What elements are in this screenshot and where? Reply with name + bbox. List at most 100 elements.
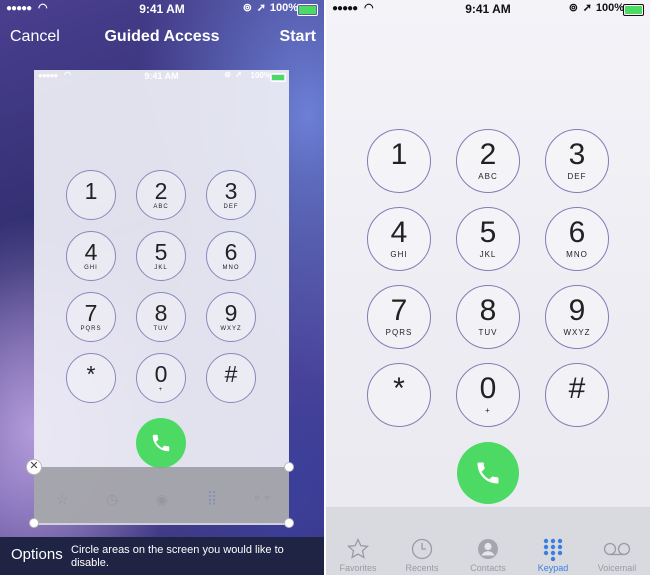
phone-keypad-screen: ●●●●● ◠ 9:41 AM ⊚ ➚ 100% 1 2 ABC 3 DEF 4 GHI 5 J… bbox=[326, 0, 650, 575]
inset-key-3[interactable]: 3 DEF bbox=[206, 170, 256, 220]
key-digit: 7 bbox=[390, 294, 408, 327]
guided-access-screen: ●●●●● ◠ 9:41 AM ⊚ ➚ 100% Cancel Guided A… bbox=[0, 0, 324, 575]
key-digit: # bbox=[568, 372, 586, 405]
location-icon: ➚ bbox=[235, 70, 242, 79]
tab-recents[interactable]: Recents bbox=[398, 537, 446, 573]
inset-key-star[interactable]: * bbox=[66, 353, 116, 403]
key-digit: * bbox=[86, 361, 96, 387]
key-letters: DEF bbox=[567, 172, 587, 181]
key-letters: + bbox=[485, 406, 491, 415]
key-letters: JKL bbox=[479, 250, 497, 259]
status-bar: ●●●●● ◠ 9:41 AM ⊚ ➚ 100% bbox=[326, 0, 650, 18]
instruction-text: Circle areas on the screen you would lik… bbox=[71, 544, 284, 569]
inset-key-6[interactable]: 6 MNO bbox=[206, 231, 256, 281]
inset-key-hash[interactable]: # bbox=[206, 353, 256, 403]
inset-key-5[interactable]: 5 JKL bbox=[136, 231, 186, 281]
start-button[interactable]: Start bbox=[280, 28, 316, 46]
key-letters: TUV bbox=[478, 328, 498, 337]
inset-key-4[interactable]: 4 GHI bbox=[66, 231, 116, 281]
inset-key-2[interactable]: 2 ABC bbox=[136, 170, 186, 220]
key-7[interactable]: 7 PQRS bbox=[367, 285, 431, 349]
key-digit: 1 bbox=[390, 138, 408, 171]
key-digit: 9 bbox=[568, 294, 586, 327]
battery-icon bbox=[623, 4, 644, 16]
resize-handle[interactable] bbox=[284, 462, 294, 472]
key-digit: 1 bbox=[84, 178, 98, 204]
key-digit: 6 bbox=[568, 216, 586, 249]
key-8[interactable]: 8 TUV bbox=[456, 285, 520, 349]
inset-key-9[interactable]: 9 WXYZ bbox=[206, 292, 256, 342]
tab-label: Favorites bbox=[339, 563, 377, 573]
key-letters: ABC bbox=[478, 172, 498, 181]
key-digit: 3 bbox=[568, 138, 586, 171]
location-icon: ➚ bbox=[256, 2, 266, 14]
tab-voicemail[interactable]: Voicemail bbox=[592, 537, 642, 573]
key-digit: 0 bbox=[154, 361, 168, 387]
key-letters: JKL bbox=[154, 265, 168, 271]
key-2[interactable]: 2 ABC bbox=[456, 129, 520, 193]
tab-label: Keypad bbox=[537, 563, 569, 573]
inset-key-0[interactable]: 0 + bbox=[136, 353, 186, 403]
phone-icon bbox=[152, 434, 170, 452]
rotation-lock-icon: ⊚ bbox=[242, 2, 252, 14]
tab-keypad[interactable]: Keypad bbox=[528, 537, 578, 573]
battery-percent: 100% bbox=[250, 71, 271, 80]
battery-percent: 100% bbox=[595, 2, 624, 14]
key-letters: WXYZ bbox=[220, 326, 242, 332]
key-digit: 4 bbox=[390, 216, 408, 249]
rotation-lock-icon: ⊚ bbox=[224, 70, 231, 79]
tab-label: Recents bbox=[405, 563, 439, 573]
key-letters: ABC bbox=[153, 204, 169, 210]
clock-icon bbox=[411, 538, 433, 560]
inset-key-8[interactable]: 8 TUV bbox=[136, 292, 186, 342]
key-digit: 6 bbox=[224, 239, 238, 265]
key-digit: * bbox=[393, 372, 405, 405]
tab-contacts[interactable]: Contacts bbox=[463, 537, 513, 573]
guided-access-footer: Options Circle areas on the screen you w… bbox=[0, 537, 324, 575]
key-5[interactable]: 5 JKL bbox=[456, 207, 520, 271]
resize-handle[interactable] bbox=[284, 518, 294, 528]
key-6[interactable]: 6 MNO bbox=[545, 207, 609, 271]
disabled-area-selection[interactable] bbox=[34, 467, 289, 523]
keypad-icon bbox=[543, 538, 563, 561]
person-icon bbox=[478, 539, 498, 559]
call-button[interactable] bbox=[457, 442, 519, 504]
key-letters: MNO bbox=[222, 265, 240, 271]
key-letters: DEF bbox=[223, 204, 239, 210]
key-4[interactable]: 4 GHI bbox=[367, 207, 431, 271]
key-letters: GHI bbox=[390, 250, 408, 259]
key-3[interactable]: 3 DEF bbox=[545, 129, 609, 193]
key-letters: PQRS bbox=[80, 326, 102, 332]
battery-icon bbox=[270, 73, 286, 82]
inset-key-7[interactable]: 7 PQRS bbox=[66, 292, 116, 342]
key-letters: WXYZ bbox=[563, 328, 591, 337]
key-9[interactable]: 9 WXYZ bbox=[545, 285, 609, 349]
inset-phone-screen: ●●●●● ◠ 9:41 AM ⊚ ➚ 100% 1 2 ABC 3 DEF 4 GHI 5 J… bbox=[34, 70, 289, 525]
key-0[interactable]: 0 + bbox=[456, 363, 520, 427]
battery-percent: 100% bbox=[269, 2, 298, 14]
inset-status-bar: ●●●●● ◠ 9:41 AM ⊚ ➚ 100% bbox=[34, 70, 289, 84]
page-title: Guided Access bbox=[104, 28, 220, 45]
resize-handle[interactable] bbox=[29, 518, 39, 528]
key-hash[interactable]: # bbox=[545, 363, 609, 427]
key-digit: 2 bbox=[479, 138, 497, 171]
options-button[interactable]: Options bbox=[11, 546, 63, 563]
inset-key-1[interactable]: 1 bbox=[66, 170, 116, 220]
tab-favorites[interactable]: Favorites bbox=[334, 537, 382, 573]
key-digit: # bbox=[224, 361, 238, 387]
location-icon: ➚ bbox=[582, 2, 592, 14]
status-bar: ●●●●● ◠ 9:41 AM ⊚ ➚ 100% bbox=[0, 0, 324, 18]
key-letters: MNO bbox=[566, 250, 588, 259]
close-icon[interactable]: ✕ bbox=[26, 459, 42, 475]
key-digit: 2 bbox=[154, 178, 168, 204]
key-digit: 7 bbox=[84, 300, 98, 326]
inset-call-button[interactable] bbox=[136, 418, 186, 468]
key-star[interactable]: * bbox=[367, 363, 431, 427]
key-letters: GHI bbox=[84, 265, 98, 271]
key-letters: + bbox=[158, 387, 164, 393]
tab-label: Voicemail bbox=[597, 563, 637, 573]
key-digit: 5 bbox=[479, 216, 497, 249]
key-digit: 8 bbox=[479, 294, 497, 327]
key-1[interactable]: 1 bbox=[367, 129, 431, 193]
key-letters: TUV bbox=[153, 326, 169, 332]
